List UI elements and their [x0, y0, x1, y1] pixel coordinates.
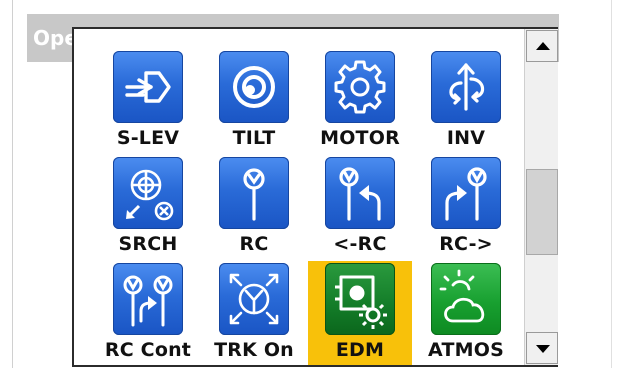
menu-item-label: SRCH	[118, 233, 178, 255]
prism-turn-right-icon	[431, 157, 501, 229]
menu-item-rc-left[interactable]: <-RC	[308, 155, 412, 259]
level-arrow-icon	[113, 51, 183, 123]
menu-item-inv[interactable]: INV	[414, 49, 518, 153]
menu-item-label: MOTOR	[320, 127, 400, 149]
menu-item-label: INV	[446, 127, 486, 149]
vertical-scrollbar[interactable]	[524, 29, 558, 365]
menu-item-rc-right[interactable]: RC->	[414, 155, 518, 259]
triangle-up-icon	[536, 42, 550, 50]
edm-settings-icon	[325, 263, 395, 335]
scroll-up-button[interactable]	[526, 30, 558, 62]
menu-item-tilt[interactable]: TILT	[202, 49, 306, 153]
prism-continuous-icon	[113, 263, 183, 335]
menu-item-label: RC	[239, 233, 269, 255]
tilt-bubble-icon	[219, 51, 289, 123]
scroll-thumb[interactable]	[526, 169, 558, 255]
menu-item-label: EDM	[335, 339, 385, 361]
menu-item-atmos[interactable]: ATMOS	[414, 261, 518, 365]
menu-item-label: RC->	[439, 233, 493, 255]
menu-item-srch[interactable]: SRCH	[96, 155, 200, 259]
scroll-down-button[interactable]	[526, 332, 558, 364]
gear-icon	[325, 51, 395, 123]
function-menu-popup: S-LEV TILT MOTOR INV SRCH RC <-RC RC-> R…	[72, 27, 558, 367]
function-grid: S-LEV TILT MOTOR INV SRCH RC <-RC RC-> R…	[96, 49, 516, 369]
invert-arrows-icon	[431, 51, 501, 123]
weather-icon	[431, 263, 501, 335]
menu-item-edm[interactable]: EDM	[308, 261, 412, 365]
menu-item-label: <-RC	[333, 233, 387, 255]
prism-turn-left-icon	[325, 157, 395, 229]
menu-item-label: ATMOS	[428, 339, 504, 361]
menu-item-trk-on[interactable]: TRK On	[202, 261, 306, 365]
menu-item-s-lev[interactable]: S-LEV	[96, 49, 200, 153]
menu-item-rc[interactable]: RC	[202, 155, 306, 259]
search-target-icon	[113, 157, 183, 229]
menu-item-rc-cont[interactable]: RC Cont	[96, 261, 200, 365]
menu-item-label: RC Cont	[104, 339, 192, 361]
menu-item-motor[interactable]: MOTOR	[308, 49, 412, 153]
menu-item-label: S-LEV	[116, 127, 180, 149]
prism-pole-icon	[219, 157, 289, 229]
triangle-down-icon	[536, 345, 550, 353]
tracking-target-icon	[219, 263, 289, 335]
menu-item-label: TRK On	[214, 339, 294, 361]
menu-item-label: TILT	[232, 127, 276, 149]
